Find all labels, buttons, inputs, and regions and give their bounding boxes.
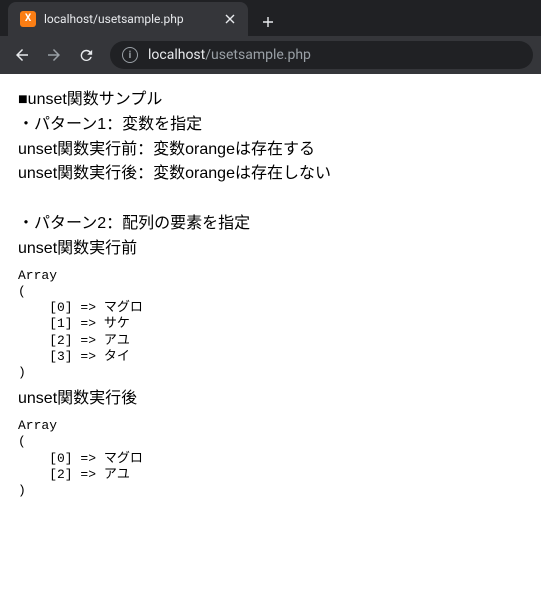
pattern2-after-label: unset関数実行後 (18, 387, 523, 412)
site-info-icon[interactable]: i (122, 47, 138, 63)
url-text: localhost/usetsample.php (148, 47, 311, 63)
tab-bar: X localhost/usetsample.php (0, 0, 541, 36)
toolbar: i localhost/usetsample.php (0, 36, 541, 74)
page-content: ■unset関数サンプル ・パターン1：変数を指定 unset関数実行前：変数o… (0, 74, 541, 589)
reload-button[interactable] (72, 41, 100, 69)
pattern2-before-label: unset関数実行前 (18, 237, 523, 262)
back-button[interactable] (8, 41, 36, 69)
new-tab-button[interactable] (254, 8, 282, 36)
close-tab-icon[interactable] (222, 11, 238, 27)
heading: ■unset関数サンプル (18, 88, 523, 113)
forward-button[interactable] (40, 41, 68, 69)
browser-tab[interactable]: X localhost/usetsample.php (8, 2, 248, 36)
pattern1-title: ・パターン1：変数を指定 (18, 113, 523, 138)
xampp-favicon: X (20, 11, 36, 27)
pattern2-title: ・パターン2：配列の要素を指定 (18, 212, 523, 237)
pattern1-before: unset関数実行前：変数orangeは存在する (18, 138, 523, 163)
pattern1-after: unset関数実行後：変数orangeは存在しない (18, 162, 523, 187)
tab-title: localhost/usetsample.php (44, 12, 214, 26)
array-dump-before: Array ( [0] => マグロ [1] => サケ [2] => アユ [… (18, 268, 523, 382)
address-bar[interactable]: i localhost/usetsample.php (110, 41, 533, 69)
array-dump-after: Array ( [0] => マグロ [2] => アユ ) (18, 418, 523, 499)
